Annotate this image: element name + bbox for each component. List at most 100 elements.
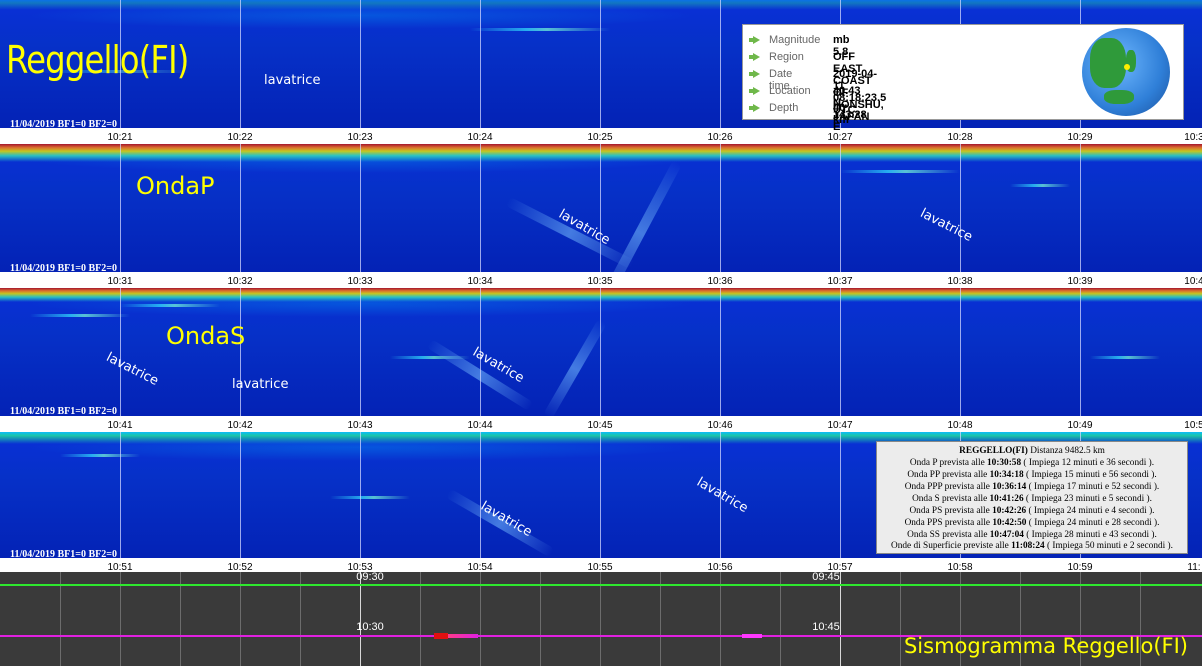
minute-gridline: [120, 288, 121, 416]
utc-time-label: 09:45: [812, 572, 840, 583]
signal-band: [840, 170, 960, 173]
time-tick-label: 10:49: [1067, 420, 1093, 431]
local-time-label: 10:45: [812, 621, 840, 633]
wave-arrival-panel: REGGELLO(FI) Distanza 9482.5 km Onda P p…: [876, 441, 1188, 554]
minute-gridline: [960, 144, 961, 272]
minute-gridline: [120, 432, 121, 560]
depth-label: Depth: [769, 102, 799, 114]
arrival-row: Onda PP prevista alle 10:34:18 ( Impiega…: [907, 470, 1157, 480]
arrow-right-icon: [749, 36, 760, 44]
time-tick-label: 10:42: [227, 420, 253, 431]
seismic-event-spike: [434, 633, 448, 639]
minute-gridline: [720, 288, 721, 416]
minute-gridline: [840, 432, 841, 560]
time-scale-1: 10:21 10:22 10:23 10:24 10:25 10:26 10:2…: [0, 128, 1202, 144]
time-tick-label: 10:32: [227, 276, 253, 287]
epicenter-marker-icon: [1124, 64, 1130, 70]
gridline: [300, 572, 301, 666]
arrival-row: Onda SS prevista alle 10:47:04 ( Impiega…: [907, 530, 1157, 540]
gridline: [720, 572, 721, 666]
minute-gridline: [1080, 144, 1081, 272]
time-tick-label: 10:45: [587, 420, 613, 431]
minute-gridline: [480, 432, 481, 560]
signal-trail: [505, 196, 635, 270]
time-tick-label: 10:44: [467, 420, 493, 431]
gridline: [420, 572, 421, 666]
time-tick-label: 10:26: [707, 132, 733, 143]
station-name: REGGELLO(FI): [959, 446, 1028, 456]
signal-band: [1090, 356, 1160, 359]
time-scale-2: 10:31 10:32 10:33 10:34 10:35 10:36 10:3…: [0, 272, 1202, 288]
minute-gridline: [1080, 288, 1081, 416]
time-tick-label: 10:33: [347, 276, 373, 287]
time-tick-label: 10:22: [227, 132, 253, 143]
region-label: Region: [769, 51, 804, 63]
minute-gridline: [720, 0, 721, 128]
signal-band: [1010, 184, 1070, 187]
local-time-label: 10:30: [356, 621, 384, 633]
time-tick-label: 10:27: [827, 132, 853, 143]
utc-trace: [0, 584, 1202, 586]
minute-gridline: [360, 432, 361, 560]
minute-gridline: [360, 144, 361, 272]
gridline: [120, 572, 121, 666]
arrow-right-icon: [749, 70, 760, 78]
time-tick-label: 10:29: [1067, 132, 1093, 143]
time-tick-label: 10:21: [107, 132, 133, 143]
minute-gridline: [240, 288, 241, 416]
time-scale-3: 10:41 10:42 10:43 10:44 10:45 10:46 10:4…: [0, 416, 1202, 432]
arrival-row: Onde di Superficie previste alle 11:08:2…: [891, 541, 1173, 551]
strip-energy-band: [0, 144, 1202, 162]
time-tick-label: 10:25: [587, 132, 613, 143]
utc-time-label: 09:30: [356, 572, 384, 583]
gridline: [540, 572, 541, 666]
gridline-major: [840, 572, 841, 666]
gridline: [660, 572, 661, 666]
signal-band: [470, 28, 610, 31]
strip-energy-band: [0, 0, 1202, 10]
minute-gridline: [960, 288, 961, 416]
time-tick-label: 10:43: [347, 420, 373, 431]
time-tick-label: 10:38: [947, 276, 973, 287]
arrival-row: Onda PPS prevista alle 10:42:50 ( Impieg…: [904, 518, 1160, 528]
seismogram-caption: Sismogramma Reggello(FI): [903, 634, 1188, 658]
signal-band: [60, 454, 140, 457]
gridline: [780, 572, 781, 666]
time-tick-label: 10:46: [707, 420, 733, 431]
gridline: [600, 572, 601, 666]
minute-gridline: [840, 144, 841, 272]
onda-p-label: OndaP: [136, 172, 215, 200]
spectrogram-strip-2: [0, 144, 1202, 272]
spectrogram-strip-3: [0, 288, 1202, 416]
minute-gridline: [600, 0, 601, 128]
time-tick-label: 10:35: [587, 276, 613, 287]
gridline: [60, 572, 61, 666]
arrow-right-icon: [749, 53, 760, 61]
time-tick-label: 10:39: [1067, 276, 1093, 287]
arrival-header: REGGELLO(FI) Distanza 9482.5 km: [877, 446, 1187, 456]
minute-gridline: [600, 288, 601, 416]
time-tick-label: 10:41: [107, 420, 133, 431]
arrival-row: Onda P prevista alle 10:30:58 ( Impiega …: [909, 458, 1155, 468]
strip-energy-band: [0, 288, 1202, 302]
gridline-major: [360, 572, 361, 666]
signal-band: [30, 314, 130, 317]
minute-gridline: [600, 432, 601, 560]
time-tick-label: 10:31: [107, 276, 133, 287]
gridline: [240, 572, 241, 666]
arrow-right-icon: [749, 104, 760, 112]
time-tick-label: 10:24: [467, 132, 493, 143]
arrival-row: Onda PPP prevista alle 10:36:14 ( Impieg…: [904, 482, 1160, 492]
arrival-row: Onda PS prevista alle 10:42:26 ( Impiega…: [909, 506, 1155, 516]
arrow-right-icon: [749, 87, 760, 95]
time-tick-label: 10:37: [827, 276, 853, 287]
signal-trail: [543, 318, 607, 416]
lavatrice-label: lavatrice: [232, 377, 289, 392]
minute-gridline: [480, 0, 481, 128]
minute-gridline: [360, 0, 361, 128]
minute-gridline: [240, 432, 241, 560]
minute-gridline: [840, 288, 841, 416]
signal-band: [330, 496, 410, 499]
station-title: Reggello(FI): [6, 38, 189, 82]
time-tick-label: 10:4: [1184, 276, 1202, 287]
